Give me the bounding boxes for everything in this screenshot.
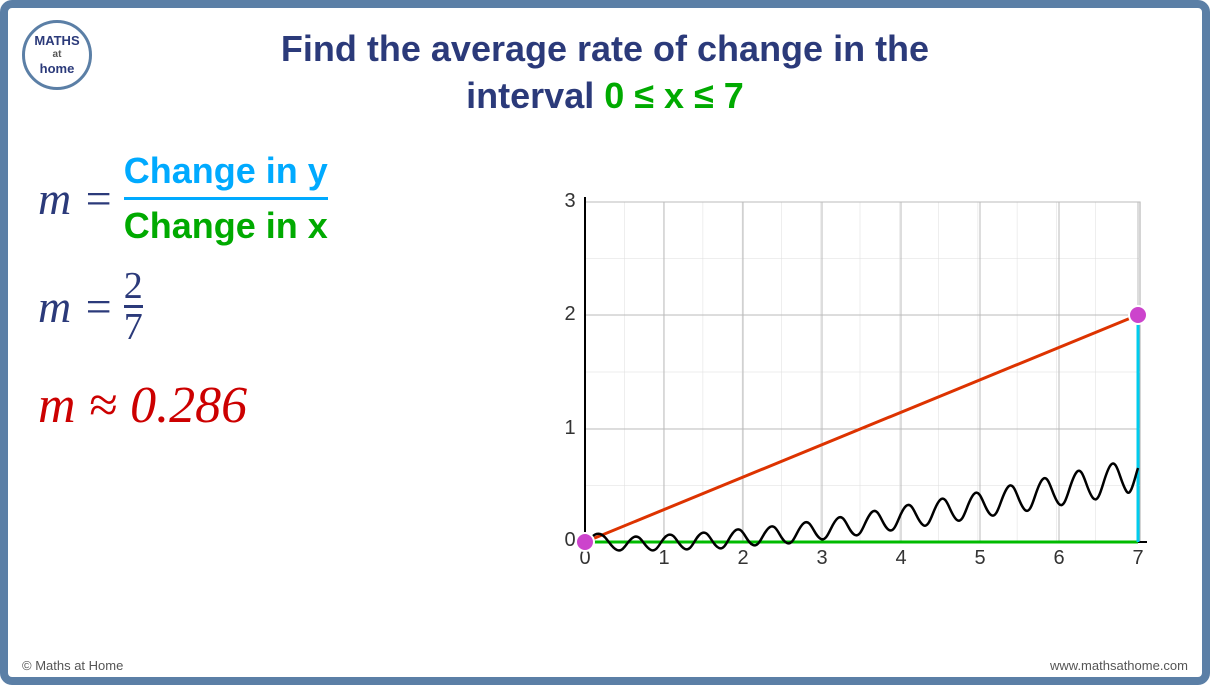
svg-text:1: 1 xyxy=(658,547,669,569)
svg-text:3: 3 xyxy=(564,192,575,212)
logo-at: at xyxy=(53,49,62,61)
fraction-numeric: 2 7 xyxy=(124,267,143,346)
content-area: m = Change in y Change in x m = 2 7 m ≈ … xyxy=(8,130,1202,654)
logo-home: home xyxy=(40,61,75,77)
svg-text:4: 4 xyxy=(895,547,906,569)
m-equals-label2: m = xyxy=(38,280,114,333)
svg-text:1: 1 xyxy=(564,417,575,439)
fraction-value-block: m = 2 7 xyxy=(38,267,498,346)
svg-text:6: 6 xyxy=(1053,547,1064,569)
logo-maths: MATHS xyxy=(34,33,79,49)
fraction-change: Change in y Change in x xyxy=(124,150,328,247)
approx-value: m ≈ 0.286 xyxy=(38,377,247,434)
svg-text:2: 2 xyxy=(737,547,748,569)
svg-text:5: 5 xyxy=(974,547,985,569)
page-title: Find the average rate of change in the i… xyxy=(8,8,1202,130)
header-interval: 0 ≤ x ≤ 7 xyxy=(604,75,744,116)
footer-right: www.mathsathome.com xyxy=(1050,658,1188,673)
svg-text:0: 0 xyxy=(564,529,575,551)
fraction-numerator: Change in y xyxy=(124,150,328,195)
graph-container: 0 1 2 3 4 5 6 7 0 1 2 3 xyxy=(535,192,1155,592)
fraction-divider xyxy=(124,197,328,200)
frac-numerator-val: 2 xyxy=(124,267,143,305)
svg-text:3: 3 xyxy=(816,547,827,569)
logo: MATHS at home xyxy=(22,20,92,90)
graph-svg: 0 1 2 3 4 5 6 7 0 1 2 3 xyxy=(535,192,1155,592)
m-equals-label: m = xyxy=(38,172,114,225)
footer-left: © Maths at Home xyxy=(22,658,123,673)
svg-text:7: 7 xyxy=(1132,547,1143,569)
left-panel: m = Change in y Change in x m = 2 7 m ≈ … xyxy=(38,140,498,644)
formula-block: m = Change in y Change in x xyxy=(38,150,498,247)
header-line2-prefix: interval xyxy=(466,75,604,116)
frac-denominator-val: 7 xyxy=(124,308,143,346)
footer: © Maths at Home www.mathsathome.com xyxy=(8,654,1202,677)
svg-text:2: 2 xyxy=(564,303,575,325)
approx-block: m ≈ 0.286 xyxy=(38,376,498,435)
fraction-denominator: Change in x xyxy=(124,202,328,247)
header-line1: Find the average rate of change in the xyxy=(281,28,929,69)
main-container: MATHS at home Find the average rate of c… xyxy=(0,0,1210,685)
right-panel: 0 1 2 3 4 5 6 7 0 1 2 3 xyxy=(518,140,1172,644)
